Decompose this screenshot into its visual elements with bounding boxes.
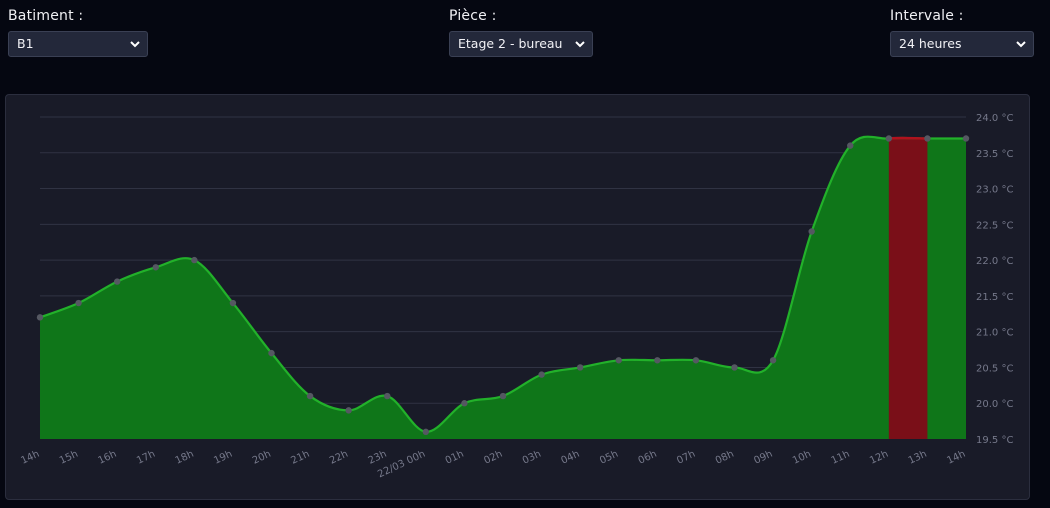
chevron-down-icon — [130, 41, 140, 48]
data-point — [306, 392, 314, 400]
data-point — [113, 278, 121, 285]
x-tick-label: 23h — [367, 449, 389, 467]
y-tick-label: 21.0 °C — [976, 328, 1013, 339]
data-point — [808, 228, 815, 235]
x-tick-label: 06h — [637, 449, 659, 467]
x-tick-label: 08h — [714, 449, 736, 467]
data-point — [654, 357, 661, 364]
piece-select-value: Etage 2 - bureau — [458, 36, 563, 51]
x-tick-label: 07h — [675, 449, 697, 467]
data-point — [75, 299, 82, 307]
intervale-filter: Intervale : 24 heures — [890, 8, 1034, 57]
data-point — [345, 407, 352, 414]
y-tick-label: 19.5 °C — [976, 435, 1013, 446]
data-point — [422, 428, 430, 436]
data-point — [615, 357, 622, 364]
x-tick-label: 18h — [174, 449, 196, 467]
batiment-filter: Batiment : B1 — [8, 8, 148, 57]
chart-panel: 19.5 °C 20.0 °C 20.5 °C 21.0 °C 21.5 °C 22.0 … — [5, 94, 1030, 500]
x-tick-label: 02h — [482, 449, 504, 467]
y-tick-label: 21.5 °C — [976, 292, 1013, 303]
x-tick-label: 22h — [328, 449, 350, 467]
x-tick-label: 13h — [907, 449, 929, 467]
x-tick-label: 05h — [598, 449, 620, 467]
batiment-select[interactable]: B1 — [8, 31, 148, 57]
x-tick-label: 10h — [791, 449, 813, 467]
x-tick-label: 09h — [752, 449, 774, 467]
data-point — [692, 357, 700, 364]
x-tick-label: 04h — [560, 449, 582, 467]
x-tick-label: 14h — [945, 449, 967, 467]
x-tick-label: 01h — [444, 449, 466, 467]
y-tick-label: 22.5 °C — [976, 220, 1013, 231]
x-tick-label: 20h — [251, 449, 273, 467]
piece-filter: Pièce : Etage 2 - bureau — [449, 8, 593, 57]
data-point — [191, 256, 198, 264]
data-point — [384, 392, 391, 400]
piece-label: Pièce : — [449, 8, 497, 24]
chevron-down-icon — [575, 41, 585, 48]
temperature-chart: 19.5 °C 20.0 °C 20.5 °C 21.0 °C 21.5 °C 22.0 … — [19, 113, 1013, 480]
data-point — [847, 142, 854, 149]
batiment-select-value: B1 — [17, 36, 34, 51]
y-tick-label: 23.5 °C — [976, 149, 1013, 160]
x-tick-label: 11h — [830, 449, 852, 467]
data-point — [461, 400, 468, 407]
x-tick-label: 16h — [97, 449, 119, 467]
data-point — [924, 135, 931, 142]
data-point — [152, 264, 159, 271]
x-tick-label: 15h — [58, 449, 80, 467]
intervale-select[interactable]: 24 heures — [890, 31, 1034, 57]
data-point — [731, 364, 738, 371]
x-tick-label: 21h — [289, 449, 311, 467]
x-tick-label: 14h — [19, 449, 41, 467]
x-tick-label: 17h — [135, 449, 157, 467]
intervale-label: Intervale : — [890, 8, 964, 24]
data-point — [769, 357, 777, 364]
x-tick-label: 19h — [212, 449, 234, 467]
data-point — [576, 364, 584, 371]
chevron-down-icon — [1016, 41, 1026, 48]
intervale-select-value: 24 heures — [899, 36, 962, 51]
data-point — [268, 349, 275, 357]
data-point — [885, 135, 893, 142]
piece-select[interactable]: Etage 2 - bureau — [449, 31, 593, 57]
y-tick-label: 22.0 °C — [976, 256, 1013, 267]
y-tick-label: 20.5 °C — [976, 363, 1013, 374]
data-point — [499, 392, 507, 400]
x-tick-label: 12h — [868, 449, 890, 467]
data-point — [36, 314, 44, 321]
batiment-label: Batiment : — [8, 8, 84, 24]
data-point — [538, 371, 545, 378]
x-tick-label: 03h — [521, 449, 543, 467]
data-point — [229, 299, 237, 307]
y-tick-label: 23.0 °C — [976, 185, 1013, 196]
y-tick-label: 20.0 °C — [976, 399, 1013, 410]
y-tick-label: 24.0 °C — [976, 113, 1013, 124]
data-point — [962, 135, 970, 142]
